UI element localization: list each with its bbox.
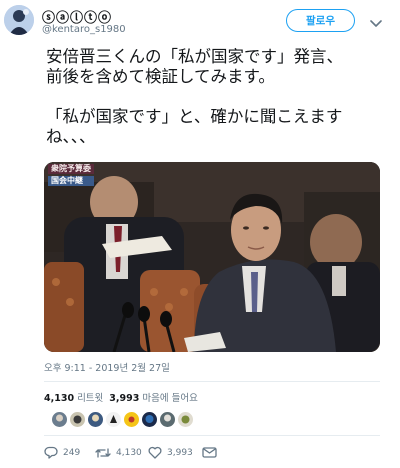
follow-button[interactable]: 팔로우 xyxy=(286,9,355,32)
like-count: 3,993 xyxy=(167,447,193,458)
reply-count: 249 xyxy=(63,447,81,458)
avatar[interactable] xyxy=(4,5,34,35)
user-handle[interactable]: @kentaro_s1980 xyxy=(42,24,126,35)
liker-avatar[interactable] xyxy=(160,412,175,427)
likes-stat[interactable]: 3,993 마음에 들어요 xyxy=(109,390,198,404)
tweet-card: ⓢⓐⓛⓣⓞ @kentaro_s1980 팔로우 安倍晋三くんの「私が国家です」… xyxy=(0,0,400,468)
broadcast-caption: 衆院予算委 国会中継 xyxy=(48,164,94,186)
retweets-count: 4,130 xyxy=(44,393,75,404)
likes-label: 마음에 들어요 xyxy=(142,393,198,404)
tweet-media-image[interactable]: 衆院予算委 国会中継 xyxy=(44,162,380,352)
heart-icon xyxy=(148,446,162,459)
retweet-count: 4,130 xyxy=(116,447,142,458)
reply-button[interactable]: 249 xyxy=(44,446,95,459)
liker-avatar[interactable] xyxy=(88,412,103,427)
tweet-actions: 249 4,130 3,993 xyxy=(44,446,217,459)
caption-line-1: 衆院予算委 xyxy=(48,164,94,174)
divider xyxy=(44,435,380,436)
liker-avatar[interactable] xyxy=(106,412,121,427)
retweets-label: 리트윗 xyxy=(77,393,104,404)
liker-avatar[interactable] xyxy=(124,412,139,427)
retweet-icon xyxy=(95,447,111,459)
envelope-icon xyxy=(202,447,217,458)
reply-icon xyxy=(44,446,58,459)
like-button[interactable]: 3,993 xyxy=(148,446,202,459)
likes-count: 3,993 xyxy=(109,393,140,404)
tweet-text: 安倍晋三くんの「私が国家です」発言、 前後を含めて検証してみます。 「私が国家で… xyxy=(46,47,343,146)
liker-avatars xyxy=(52,412,193,427)
tweet-header: ⓢⓐⓛⓣⓞ @kentaro_s1980 팔로우 xyxy=(0,0,400,46)
liker-avatar[interactable] xyxy=(142,412,157,427)
caption-line-2: 国会中継 xyxy=(48,176,94,186)
divider xyxy=(44,381,380,382)
retweet-button[interactable]: 4,130 xyxy=(95,447,148,459)
retweets-stat[interactable]: 4,130 리트윗 xyxy=(44,390,103,404)
liker-avatar[interactable] xyxy=(70,412,85,427)
liker-avatar[interactable] xyxy=(178,412,193,427)
dm-button[interactable] xyxy=(202,447,217,458)
tweet-stats: 4,130 리트윗 3,993 마음에 들어요 xyxy=(44,390,198,404)
chevron-down-icon[interactable] xyxy=(370,14,382,27)
liker-avatar[interactable] xyxy=(52,412,67,427)
tweet-timestamp[interactable]: 오후 9:11 - 2019년 2월 27일 xyxy=(44,360,170,374)
